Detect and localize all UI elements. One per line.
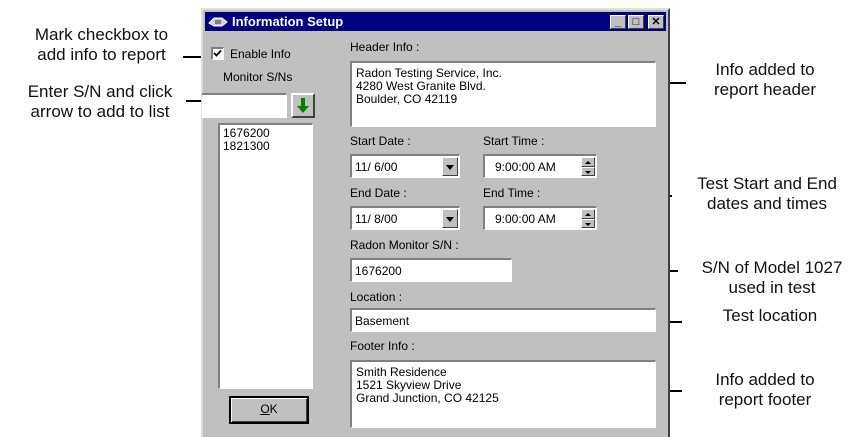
header-callout: Info added to report header [713,60,817,99]
enable-info-label: Enable Info [230,47,291,61]
close-button[interactable]: ✕ [648,14,664,29]
header-info-field[interactable]: Radon Testing Service, Inc. 4280 West Gr… [350,61,656,127]
spin-up-icon[interactable] [581,209,595,219]
dropdown-arrow-icon [446,165,454,170]
start-date-value: 11/ 6/00 [355,160,398,174]
enable-info-checkbox[interactable] [211,47,224,60]
down-arrow-icon [297,98,309,113]
spin-up-icon[interactable] [581,157,595,167]
end-date-combo[interactable]: 11/ 8/00 [350,206,460,230]
radon-monitor-sn-label: Radon Monitor S/N : [350,238,459,252]
start-date-dropdown-button[interactable] [442,157,458,176]
minimize-button[interactable]: _ [610,14,626,29]
footer-info-label: Footer Info : [350,339,415,353]
start-time-spin-buttons[interactable] [581,157,595,176]
end-time-spinner[interactable]: 9:00:00 AM [483,206,597,230]
footer-callout: Info added to report footer [715,370,815,409]
list-item[interactable]: 1821300 [223,140,309,153]
location-callout: Test location [722,306,818,325]
add-sn-button[interactable] [291,93,315,118]
spin-down-icon[interactable] [581,166,595,176]
ok-button[interactable]: OK [229,396,309,424]
end-time-label: End Time : [483,186,541,200]
sn-list[interactable]: 1676200 1821300 [218,123,313,389]
header-info-label: Header Info : [350,40,420,54]
radon-monitor-sn-field[interactable]: 1676200 [350,258,512,282]
end-date-value: 11/ 8/00 [355,212,398,226]
spin-down-icon[interactable] [581,218,595,228]
window-title: Information Setup [232,14,344,29]
location-label: Location : [350,290,403,304]
start-time-spinner[interactable]: 9:00:00 AM [483,154,597,178]
end-date-dropdown-button[interactable] [442,209,458,228]
checkmark-icon [213,49,222,57]
dates-callout: Test Start and End dates and times [697,174,837,213]
start-time-label: Start Time : [483,134,545,148]
ok-label-rest: K [269,402,278,416]
start-date-combo[interactable]: 11/ 6/00 [350,154,460,178]
end-date-label: End Date : [350,186,407,200]
monitor-callout: S/N of Model 1027 used in test [701,258,843,297]
title-bar[interactable]: Information Setup _ □ ✕ [205,12,666,31]
serial-callout: Enter S/N and click arrow to add to list [27,82,173,121]
maximize-button[interactable]: □ [628,14,644,29]
ok-label-accelerator: O [260,402,270,416]
footer-info-field[interactable]: Smith Residence 1521 Skyview Drive Grand… [350,360,656,428]
end-time-spin-buttons[interactable] [581,209,595,228]
app-icon [208,17,228,26]
monitor-sns-label: Monitor S/Ns [223,70,293,84]
start-time-value: 9:00:00 AM [495,160,556,174]
checkbox-callout: Mark checkbox to add info to report [34,25,169,64]
start-date-label: Start Date : [350,134,411,148]
information-setup-window: Information Setup _ □ ✕ Enable Info Moni… [201,8,670,437]
sn-input[interactable] [202,93,287,118]
dropdown-arrow-icon [446,217,454,222]
location-field[interactable]: Basement [350,308,656,332]
end-time-value: 9:00:00 AM [495,212,556,226]
